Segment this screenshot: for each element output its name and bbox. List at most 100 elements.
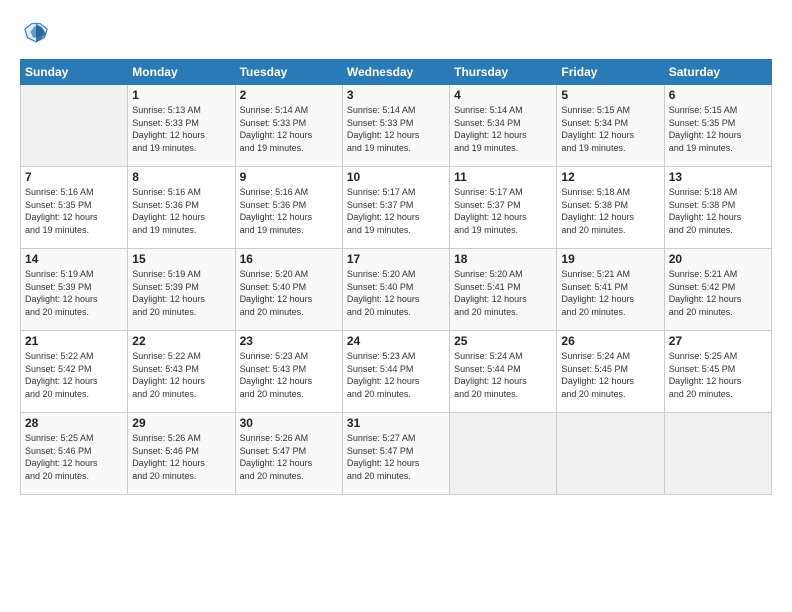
calendar-cell: 30 Sunrise: 5:26 AM Sunset: 5:47 PM Dayli… <box>235 413 342 495</box>
calendar-header-thursday: Thursday <box>450 60 557 85</box>
day-info: Sunrise: 5:14 AM Sunset: 5:33 PM Dayligh… <box>347 104 445 154</box>
calendar-header-sunday: Sunday <box>21 60 128 85</box>
day-number: 10 <box>347 170 445 184</box>
day-info: Sunrise: 5:19 AM Sunset: 5:39 PM Dayligh… <box>25 268 123 318</box>
header <box>20 18 772 51</box>
calendar-cell: 19 Sunrise: 5:21 AM Sunset: 5:41 PM Dayli… <box>557 249 664 331</box>
page: SundayMondayTuesdayWednesdayThursdayFrid… <box>0 0 792 612</box>
calendar-cell <box>450 413 557 495</box>
calendar-cell: 20Sunrise: 5:21 AM Sunset: 5:42 PM Dayli… <box>664 249 771 331</box>
day-number: 29 <box>132 416 230 430</box>
calendar-cell: 17 Sunrise: 5:20 AM Sunset: 5:40 PM Dayli… <box>342 249 449 331</box>
day-info: Sunrise: 5:25 AM Sunset: 5:45 PM Dayligh… <box>669 350 767 400</box>
day-number: 4 <box>454 88 552 102</box>
calendar-week-4: 21 Sunrise: 5:22 AM Sunset: 5:42 PM Dayli… <box>21 331 772 413</box>
calendar-cell: 7Sunrise: 5:16 AM Sunset: 5:35 PM Daylig… <box>21 167 128 249</box>
calendar-cell: 28 Sunrise: 5:25 AM Sunset: 5:46 PM Dayli… <box>21 413 128 495</box>
calendar-cell <box>21 85 128 167</box>
calendar-cell: 12 Sunrise: 5:18 AM Sunset: 5:38 PM Dayli… <box>557 167 664 249</box>
calendar-header-friday: Friday <box>557 60 664 85</box>
day-number: 30 <box>240 416 338 430</box>
calendar-cell: 16Sunrise: 5:20 AM Sunset: 5:40 PM Dayli… <box>235 249 342 331</box>
calendar-cell: 29 Sunrise: 5:26 AM Sunset: 5:46 PM Dayli… <box>128 413 235 495</box>
day-number: 25 <box>454 334 552 348</box>
calendar-cell: 25 Sunrise: 5:24 AM Sunset: 5:44 PM Dayli… <box>450 331 557 413</box>
calendar-cell: 5 Sunrise: 5:15 AM Sunset: 5:34 PM Daylig… <box>557 85 664 167</box>
calendar-cell: 10 Sunrise: 5:17 AM Sunset: 5:37 PM Dayli… <box>342 167 449 249</box>
calendar-header-tuesday: Tuesday <box>235 60 342 85</box>
calendar-cell: 18 Sunrise: 5:20 AM Sunset: 5:41 PM Dayli… <box>450 249 557 331</box>
day-info: Sunrise: 5:16 AM Sunset: 5:36 PM Dayligh… <box>132 186 230 236</box>
calendar-cell: 24 Sunrise: 5:23 AM Sunset: 5:44 PM Dayli… <box>342 331 449 413</box>
day-number: 24 <box>347 334 445 348</box>
day-info: Sunrise: 5:14 AM Sunset: 5:34 PM Dayligh… <box>454 104 552 154</box>
calendar-cell: 1 Sunrise: 5:13 AM Sunset: 5:33 PM Daylig… <box>128 85 235 167</box>
day-info: Sunrise: 5:19 AM Sunset: 5:39 PM Dayligh… <box>132 268 230 318</box>
day-number: 14 <box>25 252 123 266</box>
day-number: 9 <box>240 170 338 184</box>
logo-icon <box>22 18 50 46</box>
calendar-cell <box>557 413 664 495</box>
day-number: 1 <box>132 88 230 102</box>
day-info: Sunrise: 5:22 AM Sunset: 5:42 PM Dayligh… <box>25 350 123 400</box>
calendar-cell: 14 Sunrise: 5:19 AM Sunset: 5:39 PM Dayli… <box>21 249 128 331</box>
day-number: 3 <box>347 88 445 102</box>
day-number: 26 <box>561 334 659 348</box>
calendar-week-1: 1 Sunrise: 5:13 AM Sunset: 5:33 PM Daylig… <box>21 85 772 167</box>
calendar-cell: 4 Sunrise: 5:14 AM Sunset: 5:34 PM Daylig… <box>450 85 557 167</box>
day-info: Sunrise: 5:24 AM Sunset: 5:44 PM Dayligh… <box>454 350 552 400</box>
day-info: Sunrise: 5:17 AM Sunset: 5:37 PM Dayligh… <box>454 186 552 236</box>
day-info: Sunrise: 5:17 AM Sunset: 5:37 PM Dayligh… <box>347 186 445 236</box>
day-number: 20 <box>669 252 767 266</box>
calendar-cell: 15 Sunrise: 5:19 AM Sunset: 5:39 PM Dayli… <box>128 249 235 331</box>
day-number: 7 <box>25 170 123 184</box>
calendar-header-saturday: Saturday <box>664 60 771 85</box>
day-number: 8 <box>132 170 230 184</box>
day-number: 21 <box>25 334 123 348</box>
day-number: 17 <box>347 252 445 266</box>
day-info: Sunrise: 5:26 AM Sunset: 5:46 PM Dayligh… <box>132 432 230 482</box>
day-info: Sunrise: 5:14 AM Sunset: 5:33 PM Dayligh… <box>240 104 338 154</box>
day-info: Sunrise: 5:18 AM Sunset: 5:38 PM Dayligh… <box>669 186 767 236</box>
day-info: Sunrise: 5:25 AM Sunset: 5:46 PM Dayligh… <box>25 432 123 482</box>
day-number: 5 <box>561 88 659 102</box>
calendar-cell: 23 Sunrise: 5:23 AM Sunset: 5:43 PM Dayli… <box>235 331 342 413</box>
day-number: 23 <box>240 334 338 348</box>
day-info: Sunrise: 5:16 AM Sunset: 5:36 PM Dayligh… <box>240 186 338 236</box>
day-info: Sunrise: 5:13 AM Sunset: 5:33 PM Dayligh… <box>132 104 230 154</box>
day-info: Sunrise: 5:23 AM Sunset: 5:44 PM Dayligh… <box>347 350 445 400</box>
calendar-cell: 21 Sunrise: 5:22 AM Sunset: 5:42 PM Dayli… <box>21 331 128 413</box>
calendar-cell: 8 Sunrise: 5:16 AM Sunset: 5:36 PM Daylig… <box>128 167 235 249</box>
calendar-week-2: 7Sunrise: 5:16 AM Sunset: 5:35 PM Daylig… <box>21 167 772 249</box>
calendar-week-5: 28 Sunrise: 5:25 AM Sunset: 5:46 PM Dayli… <box>21 413 772 495</box>
day-number: 15 <box>132 252 230 266</box>
day-info: Sunrise: 5:20 AM Sunset: 5:41 PM Dayligh… <box>454 268 552 318</box>
day-number: 28 <box>25 416 123 430</box>
day-number: 22 <box>132 334 230 348</box>
day-number: 18 <box>454 252 552 266</box>
day-info: Sunrise: 5:15 AM Sunset: 5:34 PM Dayligh… <box>561 104 659 154</box>
day-info: Sunrise: 5:15 AM Sunset: 5:35 PM Dayligh… <box>669 104 767 154</box>
logo <box>20 18 50 51</box>
calendar-cell: 9 Sunrise: 5:16 AM Sunset: 5:36 PM Daylig… <box>235 167 342 249</box>
day-info: Sunrise: 5:23 AM Sunset: 5:43 PM Dayligh… <box>240 350 338 400</box>
day-number: 27 <box>669 334 767 348</box>
day-info: Sunrise: 5:27 AM Sunset: 5:47 PM Dayligh… <box>347 432 445 482</box>
calendar-header-monday: Monday <box>128 60 235 85</box>
calendar-cell: 2 Sunrise: 5:14 AM Sunset: 5:33 PM Daylig… <box>235 85 342 167</box>
calendar-cell: 22Sunrise: 5:22 AM Sunset: 5:43 PM Dayli… <box>128 331 235 413</box>
day-number: 13 <box>669 170 767 184</box>
day-info: Sunrise: 5:24 AM Sunset: 5:45 PM Dayligh… <box>561 350 659 400</box>
day-number: 19 <box>561 252 659 266</box>
day-info: Sunrise: 5:26 AM Sunset: 5:47 PM Dayligh… <box>240 432 338 482</box>
calendar-header-wednesday: Wednesday <box>342 60 449 85</box>
day-info: Sunrise: 5:21 AM Sunset: 5:41 PM Dayligh… <box>561 268 659 318</box>
day-number: 12 <box>561 170 659 184</box>
calendar-cell <box>664 413 771 495</box>
calendar-header-row: SundayMondayTuesdayWednesdayThursdayFrid… <box>21 60 772 85</box>
day-info: Sunrise: 5:18 AM Sunset: 5:38 PM Dayligh… <box>561 186 659 236</box>
calendar-cell: 13 Sunrise: 5:18 AM Sunset: 5:38 PM Dayli… <box>664 167 771 249</box>
day-info: Sunrise: 5:20 AM Sunset: 5:40 PM Dayligh… <box>240 268 338 318</box>
day-info: Sunrise: 5:20 AM Sunset: 5:40 PM Dayligh… <box>347 268 445 318</box>
day-number: 2 <box>240 88 338 102</box>
